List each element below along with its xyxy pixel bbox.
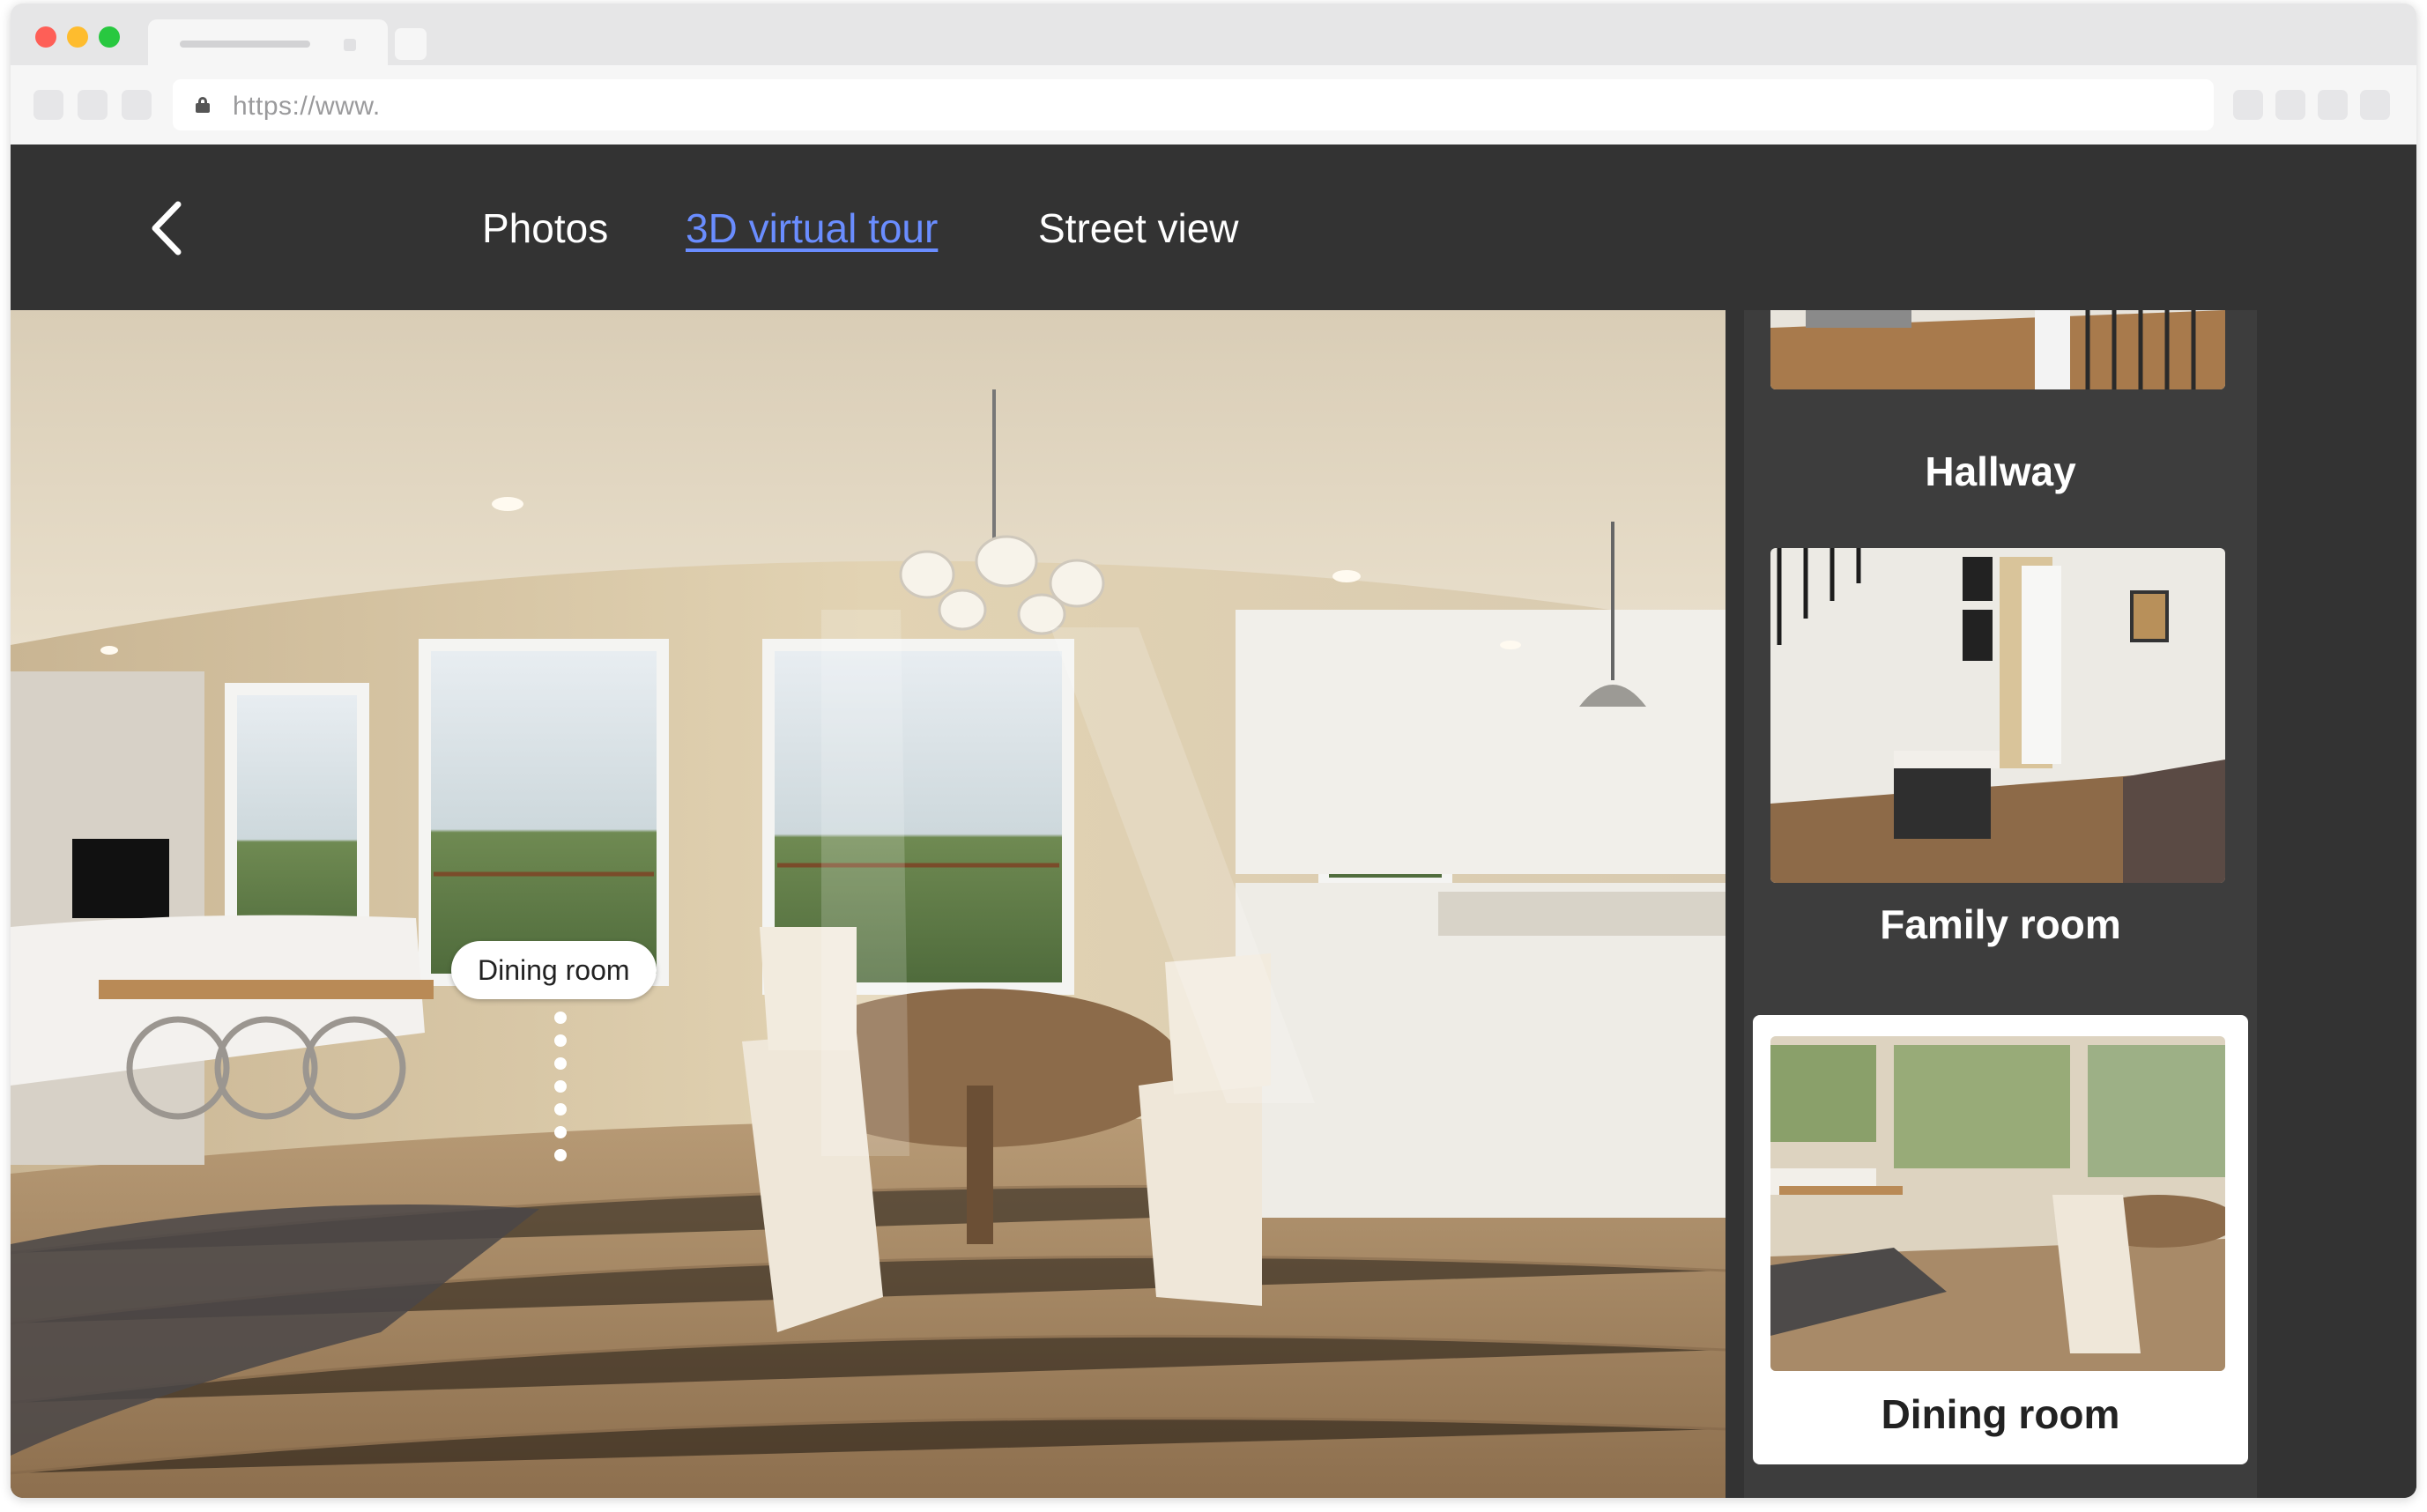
browser-window: https://www. Photos 3D virtual tour Stre…: [11, 4, 2416, 1498]
room-card-dining-room[interactable]: Dining room: [1753, 1015, 2248, 1464]
tab-close-icon[interactable]: [344, 39, 356, 51]
tab-title-placeholder: [180, 41, 310, 48]
tab-photos[interactable]: Photos: [482, 204, 608, 252]
right-margin: [2257, 310, 2416, 1498]
tab-street-view[interactable]: Street view: [1038, 204, 1239, 252]
close-window-button[interactable]: [35, 26, 56, 48]
browser-forward-button[interactable]: [78, 90, 108, 120]
browser-toolbar: https://www.: [11, 65, 2416, 145]
tour-header: Photos 3D virtual tour Street view: [11, 145, 2416, 310]
back-arrow-icon[interactable]: [146, 199, 190, 257]
family-room-thumbnail: [1770, 548, 2225, 883]
room-card-family-room[interactable]: Family room: [1753, 548, 2248, 971]
browser-titlebar: [11, 4, 2416, 65]
room-list[interactable]: Hallway Family room Dining room: [1744, 310, 2257, 1498]
dining-room-thumbnail: [1770, 1036, 2225, 1371]
maximize-window-button[interactable]: [99, 26, 120, 48]
minimize-window-button[interactable]: [67, 26, 88, 48]
extension-button-2[interactable]: [2275, 90, 2305, 120]
panorama-viewer[interactable]: Dining room: [11, 310, 1726, 1498]
extension-button-4[interactable]: [2360, 90, 2390, 120]
room-label-family-room: Family room: [1880, 901, 2121, 947]
browser-tab[interactable]: [148, 19, 388, 65]
browser-reload-button[interactable]: [122, 90, 152, 120]
extension-button-1[interactable]: [2233, 90, 2263, 120]
hotspot-dining-room[interactable]: Dining room: [451, 941, 672, 1161]
virtual-tour-app: Photos 3D virtual tour Street view Dinin…: [11, 145, 2416, 1498]
room-label-hallway: Hallway: [1925, 448, 2076, 494]
hotspot-pin-dots: [554, 1012, 568, 1161]
room-card-hallway[interactable]: Hallway: [1753, 310, 2248, 513]
panorama-image: [11, 310, 1726, 1498]
lock-icon: [196, 97, 210, 113]
hotspot-label: Dining room: [451, 941, 657, 999]
extension-button-3[interactable]: [2318, 90, 2348, 120]
hallway-thumbnail: [1770, 310, 2225, 389]
browser-back-button[interactable]: [33, 90, 63, 120]
room-label-dining-room: Dining room: [1881, 1391, 2120, 1437]
url-text: https://www.: [233, 92, 381, 121]
tab-3d-virtual-tour[interactable]: 3D virtual tour: [686, 204, 938, 252]
address-bar[interactable]: https://www.: [173, 79, 2214, 130]
new-tab-button[interactable]: [395, 28, 427, 60]
